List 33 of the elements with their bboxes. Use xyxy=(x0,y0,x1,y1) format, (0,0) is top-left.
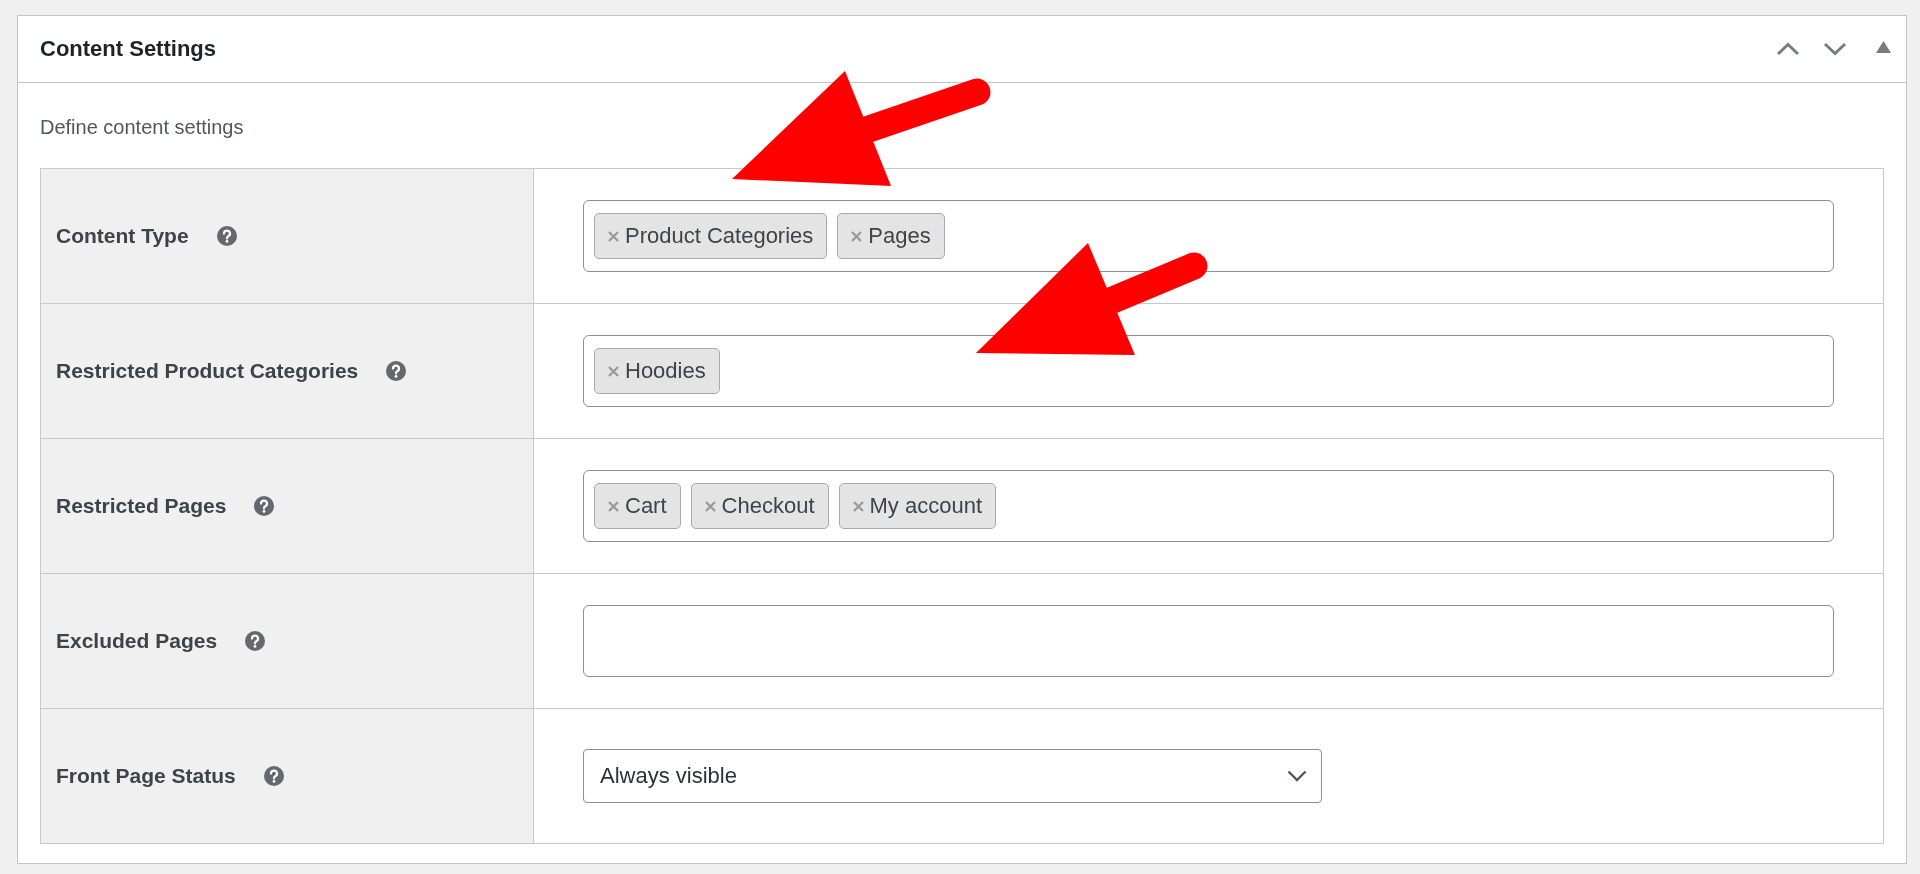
close-icon[interactable] xyxy=(704,500,716,512)
help-icon[interactable] xyxy=(386,361,407,381)
tag-chip[interactable]: Pages xyxy=(837,213,945,259)
setting-label: Excluded Pages xyxy=(56,629,218,653)
dropdown-select[interactable]: Always visible xyxy=(583,749,1322,803)
help-icon[interactable] xyxy=(245,631,266,651)
tag-chip[interactable]: My account xyxy=(838,483,996,529)
panel-description: Define content settings xyxy=(40,115,245,139)
close-icon[interactable] xyxy=(851,230,863,242)
setting-label: Restricted Product Categories xyxy=(56,359,359,383)
tag-input-field[interactable]: Cart Checkout My account xyxy=(583,470,1834,542)
close-icon[interactable] xyxy=(852,500,864,512)
setting-label: Restricted Pages xyxy=(56,494,227,518)
close-icon[interactable] xyxy=(608,230,619,242)
chevron-down-icon xyxy=(1287,770,1307,782)
chevron-down-icon[interactable] xyxy=(1823,42,1847,56)
setting-label: Front Page Status xyxy=(56,764,236,788)
tag-input-field[interactable]: Product Categories Pages xyxy=(583,200,1834,272)
panel-title: Content Settings xyxy=(40,36,217,62)
triangle-up-icon[interactable] xyxy=(1876,41,1891,53)
help-icon[interactable] xyxy=(263,766,284,786)
tag-input-field[interactable] xyxy=(583,605,1834,677)
setting-label: Content Type xyxy=(56,224,189,248)
tag-chip[interactable]: Cart xyxy=(594,483,681,529)
chevron-up-icon[interactable] xyxy=(1776,42,1800,56)
tag-chip[interactable]: Product Categories xyxy=(594,213,828,259)
tag-chip[interactable]: Hoodies xyxy=(594,348,720,394)
close-icon[interactable] xyxy=(608,500,619,512)
tag-chip[interactable]: Checkout xyxy=(690,483,829,529)
tag-input-field[interactable]: Hoodies xyxy=(583,335,1834,407)
help-icon[interactable] xyxy=(254,496,275,516)
close-icon[interactable] xyxy=(608,365,619,377)
help-icon[interactable] xyxy=(216,226,237,246)
